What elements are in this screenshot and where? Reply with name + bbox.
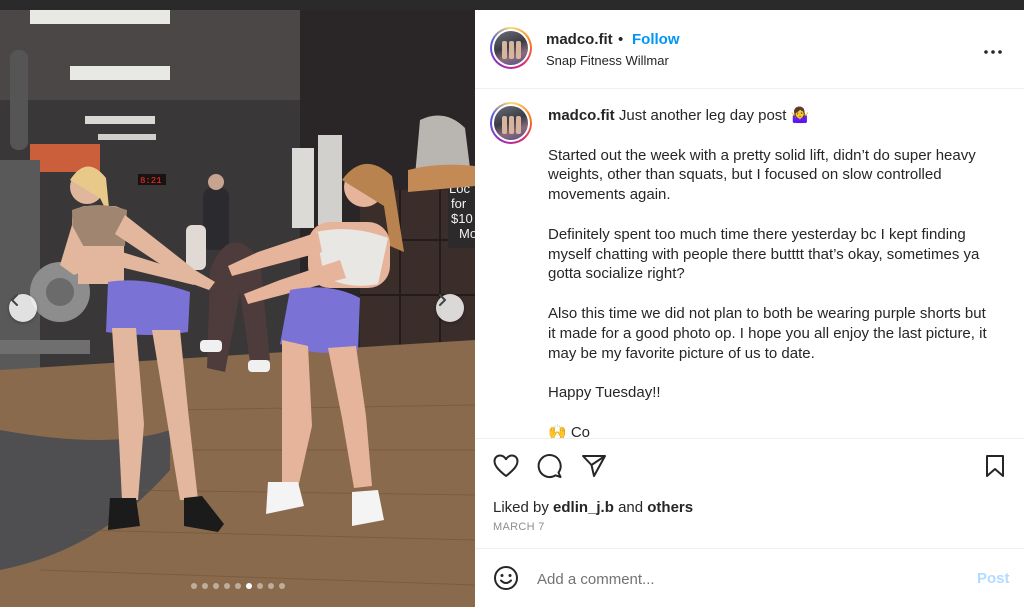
next-photo-button[interactable] (436, 294, 464, 322)
post-caption: madco.fit Just another leg day post 🤷‍♀️… (548, 106, 993, 438)
caption-paragraph: Also this time we did not plan to both b… (548, 304, 987, 362)
post-side-panel: madco.fit • Follow Snap Fitness Willmar … (475, 10, 1024, 607)
smiley-icon (493, 566, 519, 595)
carousel-dot (267, 583, 274, 589)
caption-paragraph: Started out the week with a pretty solid… (548, 146, 976, 204)
post-actions: Liked by edlin_j.b and others MARCH 7 (475, 438, 1024, 548)
post-comment-button[interactable]: Post (977, 570, 1010, 587)
liked-by-and: and (618, 499, 644, 516)
caption-username[interactable]: madco.fit (548, 107, 615, 124)
carousel-dot (223, 583, 230, 589)
sign-line-3: $10 (451, 211, 473, 226)
like-button[interactable] (492, 454, 520, 482)
follow-button[interactable]: Follow (632, 31, 680, 48)
carousel-dot (190, 583, 197, 589)
carousel-indicator (0, 583, 475, 589)
bookmark-icon (984, 454, 1006, 483)
carousel-dot (201, 583, 208, 589)
caption-paragraph: Definitely spent too much time there yes… (548, 225, 980, 283)
carousel-dot (278, 583, 285, 589)
caption-paragraph: Happy Tuesday!! (548, 384, 661, 402)
more-horizontal-icon (984, 41, 1002, 59)
more-options-button[interactable] (981, 38, 1005, 62)
add-comment-bar: Post (475, 548, 1024, 607)
save-button[interactable] (981, 454, 1009, 482)
caption-author-avatar[interactable] (490, 102, 532, 144)
comment-input[interactable] (537, 568, 957, 590)
liked-by-user[interactable]: edlin_j.b (553, 499, 614, 516)
emoji-button[interactable] (493, 565, 521, 593)
page-backdrop (0, 0, 1024, 10)
header-separator: • (618, 31, 624, 48)
heart-icon (493, 454, 519, 483)
author-username[interactable]: madco.fit (546, 31, 613, 48)
paper-plane-icon (581, 454, 607, 483)
caption-first-line: Just another leg day post 🤷‍♀️ (618, 107, 810, 124)
gym-clock: 8:21 (140, 176, 162, 186)
gym-photo-illustration: Loc for $10 Mo 8:21 (0, 10, 475, 607)
post-location[interactable]: Snap Fitness Willmar (546, 53, 669, 68)
liked-by-others[interactable]: others (647, 499, 693, 516)
author-avatar[interactable] (490, 27, 532, 69)
post-photo[interactable]: Loc for $10 Mo 8:21 (0, 10, 475, 607)
carousel-dot (212, 583, 219, 589)
sign-line-2: for (451, 196, 467, 211)
carousel-dot (256, 583, 263, 589)
previous-photo-button[interactable] (9, 294, 37, 322)
liked-by-prefix: Liked by (493, 499, 549, 516)
carousel-dot-active (245, 583, 252, 589)
comment-button[interactable] (536, 453, 564, 484)
carousel-dot (234, 583, 241, 589)
comment-bubble-icon (537, 453, 563, 484)
sign-line-4: Mo (459, 226, 475, 241)
likes-summary: Liked by edlin_j.b and others (493, 499, 693, 516)
post-date[interactable]: MARCH 7 (493, 521, 545, 533)
post-header: madco.fit • Follow Snap Fitness Willmar (475, 10, 1024, 89)
caption-scroll-area[interactable]: madco.fit Just another leg day post 🤷‍♀️… (475, 89, 1024, 438)
caption-paragraph: 🙌 Co (548, 423, 591, 438)
share-button[interactable] (580, 454, 608, 482)
